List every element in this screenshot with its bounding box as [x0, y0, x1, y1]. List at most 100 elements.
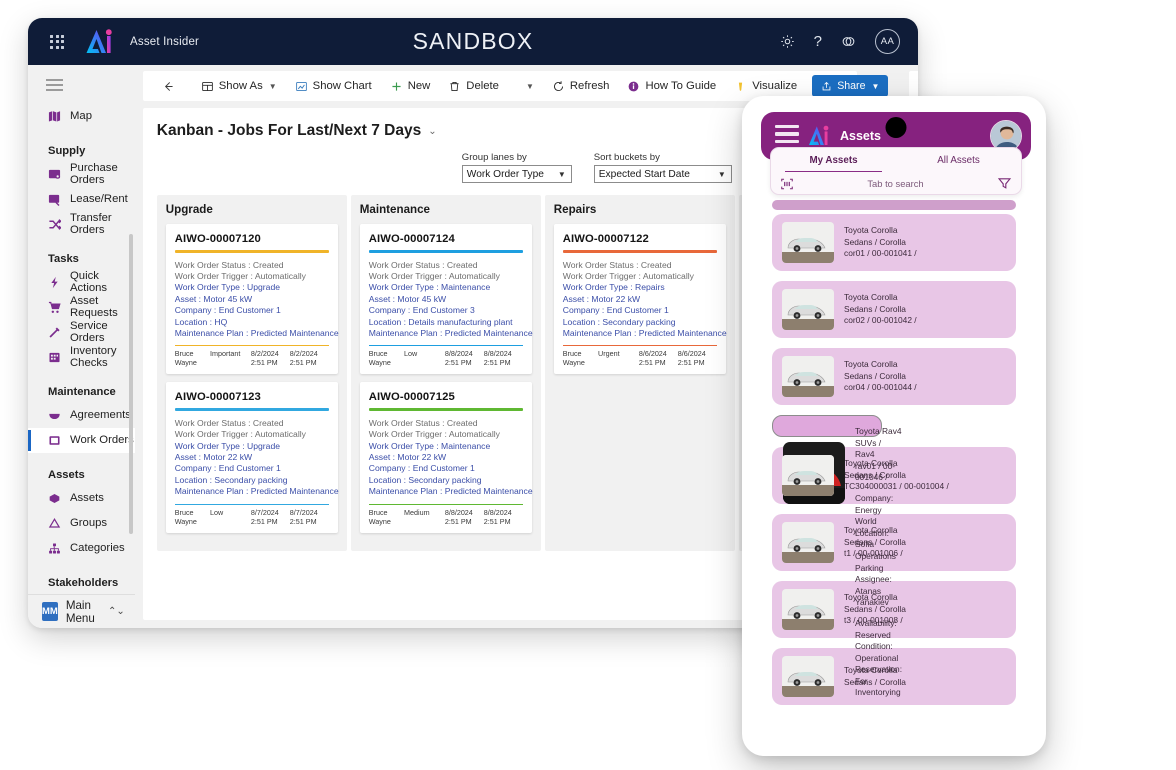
card-owner: Bruce Wayne	[174, 507, 197, 526]
show-as-button[interactable]: Show As ▼	[192, 71, 286, 101]
kanban-card[interactable]: AIWO-00007120 Work Order Status : Create…	[165, 224, 339, 375]
sidebar-item-map[interactable]: Map	[28, 104, 135, 129]
card-field: Work Order Trigger : Automatically	[368, 270, 500, 281]
how-to-guide-label: How To Guide	[645, 80, 717, 92]
card-field[interactable]: Work Order Type : Repairs	[563, 282, 717, 293]
sidebar-item-label: Lease/Rent	[70, 193, 128, 206]
refresh-button[interactable]: Refresh	[543, 71, 619, 101]
card-field[interactable]: Location : Secondary packing	[563, 317, 717, 328]
kanban-card[interactable]: AIWO-00007125 Work Order Status : Create…	[359, 382, 533, 533]
card-field[interactable]: Company : End Customer 1	[175, 305, 329, 316]
hamburger-icon[interactable]	[775, 124, 799, 147]
card-field[interactable]: Asset : Motor 22 kW	[563, 294, 717, 305]
gear-icon[interactable]	[780, 34, 795, 49]
card-field[interactable]: Location : HQ	[175, 317, 329, 328]
kanban-card[interactable]: AIWO-00007124 Work Order Status : Create…	[359, 224, 533, 375]
asset-info: Toyota Corolla Sedans / Corolla cor01 / …	[844, 225, 917, 260]
kanban-lane: Upgrade AIWO-00007120 Work Order Status …	[156, 195, 347, 551]
card-field[interactable]: Asset : Motor 45 kW	[175, 294, 329, 305]
kanban-card[interactable]: AIWO-00007123 Work Order Status : Create…	[165, 382, 339, 533]
card-field[interactable]: Maintenance Plan : Predicted Maintenance	[175, 328, 339, 339]
sidebar-item-categories[interactable]: Categories	[28, 536, 135, 561]
funnel-icon[interactable]	[997, 176, 1012, 191]
sidebar-item-groups[interactable]: Groups	[28, 511, 135, 536]
sidebar-item-label: Agreements	[70, 409, 131, 422]
card-field[interactable]: Location : Secondary packing	[369, 475, 523, 486]
tab-my-assets[interactable]: My Assets	[771, 148, 896, 173]
new-button[interactable]: New	[381, 71, 440, 101]
card-field[interactable]: Company : End Customer 1	[175, 463, 329, 474]
delete-label: Delete	[466, 80, 499, 92]
card-footer: Bruce Wayne Medium 8/8/2024 2:51 PM 8/8/2…	[368, 503, 523, 526]
kanban-card[interactable]: AIWO-00007122 Work Order Status : Create…	[553, 224, 727, 375]
asset-code: cor02 / 00-001042 /	[844, 315, 917, 326]
list-item[interactable]: Toyota Corolla Sedans / Corolla cor04 / …	[772, 348, 1016, 405]
sidebar-item-quick-actions[interactable]: Quick Actions	[28, 270, 135, 295]
card-date-start: 8/8/2024 2:51 PM	[444, 349, 473, 368]
sidebar-item-asset-requests[interactable]: Asset Requests	[28, 295, 135, 320]
question-mark-icon[interactable]: ?	[814, 34, 822, 49]
lane-title: Upgrade	[165, 203, 213, 216]
mobile-title: Assets	[840, 129, 881, 143]
card-field[interactable]: Company : End Customer 1	[563, 305, 717, 316]
sidebar-collapse-icon[interactable]	[28, 65, 135, 104]
sidebar-item-inventory-checks[interactable]: Inventory Checks	[28, 345, 135, 370]
card-field[interactable]: Company : End Customer 3	[369, 305, 523, 316]
sidebar-item-service-orders[interactable]: Service Orders	[28, 320, 135, 345]
how-to-guide-button[interactable]: How To Guide	[618, 71, 725, 101]
card-accent-bar	[562, 250, 717, 253]
sidebar-item-purchase-orders[interactable]: Purchase Orders	[28, 162, 135, 187]
card-field[interactable]: Asset : Motor 45 kW	[369, 294, 523, 305]
card-field[interactable]: Work Order Type : Upgrade	[175, 282, 329, 293]
lane-title: Repairs	[553, 203, 597, 216]
group-lanes-by-select[interactable]: Work Order Type ▼	[461, 165, 572, 183]
sidebar-item-assets[interactable]: Assets	[28, 486, 135, 511]
card-field[interactable]: Location : Secondary packing	[175, 475, 329, 486]
back-button[interactable]	[153, 71, 184, 101]
card-field[interactable]: Work Order Type : Upgrade	[175, 441, 329, 452]
sort-buckets-by-select[interactable]: Expected Start Date ▼	[593, 165, 732, 183]
list-item[interactable]: Toyota Corolla Sedans / Corolla cor01 / …	[772, 214, 1016, 271]
card-field[interactable]: Work Order Type : Maintenance	[369, 282, 523, 293]
card-field[interactable]: Maintenance Plan : Predicted Maintenance	[369, 328, 533, 339]
list-item-selected[interactable]: Toyota Rav4 SUVs / Rav4 rav01 / 00-00104…	[772, 415, 902, 697]
card-field[interactable]: Asset : Motor 22 kW	[175, 452, 329, 463]
card-field[interactable]: Work Order Type : Maintenance	[369, 441, 523, 452]
sidebar-item-agreements[interactable]: Agreements	[28, 403, 135, 428]
app-launcher-icon[interactable]	[40, 34, 74, 49]
barcode-scan-icon[interactable]	[780, 177, 794, 191]
new-label: New	[407, 80, 431, 92]
mobile-search-input[interactable]: Tab to search	[794, 178, 997, 189]
delete-button[interactable]: Delete	[439, 71, 508, 101]
asset-assignee: Assignee: Atanas Yanakiev	[855, 574, 892, 608]
overflow-menu-button[interactable]: ▼	[516, 71, 543, 101]
card-field[interactable]: Maintenance Plan : Predicted Maintenance	[563, 328, 727, 339]
tab-all-assets[interactable]: All Assets	[896, 148, 1021, 172]
card-date-end: 8/8/2024 2:51 PM	[483, 349, 512, 368]
card-accent-bar	[368, 408, 523, 411]
avatar[interactable]: AA	[875, 29, 900, 54]
card-date-start: 8/7/2024 2:51 PM	[250, 507, 279, 526]
share-button[interactable]: Share ▼	[812, 75, 889, 97]
sidebar-item-transfer-orders[interactable]: Transfer Orders	[28, 212, 135, 237]
main-menu-switcher[interactable]: MM Main Menu ⌃⌄	[28, 594, 135, 628]
card-date-end: 8/6/2024 2:51 PM	[677, 349, 706, 368]
asset-thumbnail-sedan	[782, 455, 834, 496]
card-field[interactable]: Company : End Customer 1	[369, 463, 523, 474]
show-chart-button[interactable]: Show Chart	[286, 71, 381, 101]
list-item[interactable]: Toyota Corolla Sedans / Corolla cor02 / …	[772, 281, 1016, 338]
feedback-icon[interactable]	[841, 34, 856, 49]
card-field: Work Order Status : Created	[368, 417, 478, 428]
card-field[interactable]: Location : Details manufacturing plant	[369, 317, 523, 328]
card-field[interactable]: Maintenance Plan : Predicted Maintenance	[175, 486, 339, 497]
mobile-asset-list[interactable]: Toyota Corolla Sedans / Corolla cor01 / …	[742, 200, 1046, 756]
sidebar-item-lease-rent[interactable]: Lease/Rent	[28, 187, 135, 212]
sidebar-item-label: Groups	[70, 517, 108, 530]
card-field[interactable]: Asset : Motor 22 kW	[369, 452, 523, 463]
sidebar-item-label: Assets	[70, 492, 104, 505]
main-menu-badge: MM	[42, 602, 58, 621]
asset-company: Company: Energy World	[855, 492, 894, 527]
sidebar-scrollbar[interactable]	[129, 233, 133, 534]
card-field[interactable]: Maintenance Plan : Predicted Maintenance	[369, 486, 533, 497]
sidebar-item-work-orders[interactable]: Work Orders	[28, 427, 135, 453]
